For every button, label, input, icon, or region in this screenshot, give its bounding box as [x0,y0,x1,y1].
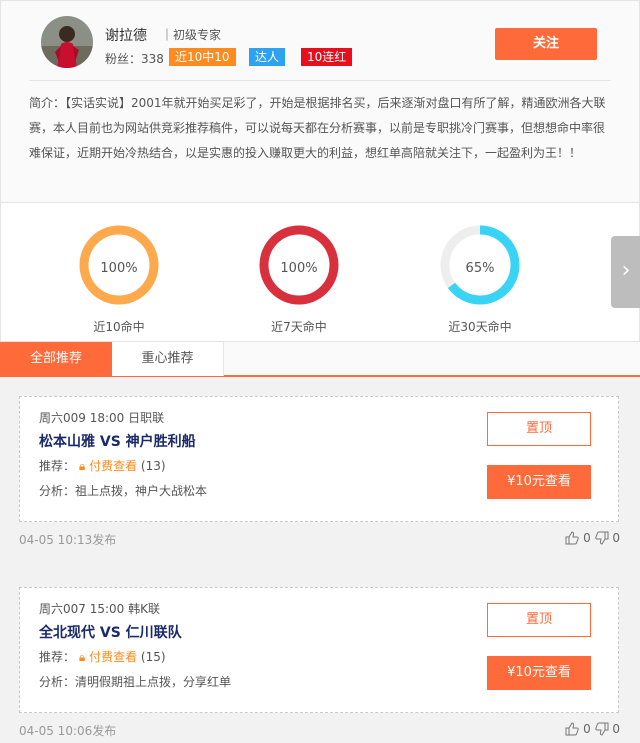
match-teams[interactable]: 松本山雅 VS 神户胜利船 [39,431,196,451]
next-arrow-button[interactable]: › [611,236,640,308]
hit-rate-7d-value: 100% [280,261,318,276]
analysis-text: 分析：祖上点拨，神户大战松本 [39,484,208,498]
expert-intro: 简介：【实话实说】2001年就开始买足彩了，开始是根据排名买，后来逐渐对盘口有所… [29,96,606,160]
avatar[interactable] [41,16,93,68]
view-count: (15) [140,650,166,664]
publish-time: 04-05 10:06发布 [19,724,117,738]
pin-top-button[interactable]: 置顶 [487,412,591,446]
card-footer: 04-05 10:13发布 0 0 [0,523,640,563]
recommend-label: 推荐： [39,650,76,664]
match-meta: 周六009 18:00 日职联 [39,411,165,425]
badge-streak-10: 近10中10 [169,48,236,66]
hit-rate-10-value: 100% [100,261,138,276]
paid-view-link[interactable]: 付费查看 [89,459,137,473]
thumb-up-icon[interactable] [565,722,579,736]
tab-all-recommend[interactable]: 全部推荐 [0,342,112,376]
expert-profile: 谢拉德 ｜初级专家 粉丝：338 近10中10 达人 10连红 关注 简介：【实… [0,0,640,203]
like-count: 0 [583,722,591,736]
hit-rate-7d-label: 近7天命中 [271,320,327,334]
recommend-label: 推荐： [39,459,76,473]
thumb-down-icon[interactable] [594,531,609,545]
recommend-card[interactable]: 周六007 15:00 韩K联 全北现代 VS 仁川联队 推荐： 🔒︎ 付费查看… [19,587,619,713]
lock-icon: 🔒︎ [78,650,86,664]
recommend-feed: 周六009 18:00 日职联 松本山雅 VS 神户胜利船 推荐： 🔒︎ 付费查… [0,377,640,743]
recommend-card[interactable]: 周六009 18:00 日职联 松本山雅 VS 神户胜利船 推荐： 🔒︎ 付费查… [19,396,619,522]
match-meta: 周六007 15:00 韩K联 [39,602,160,616]
tab-focus-recommend[interactable]: 重心推荐 [112,342,224,376]
publish-time: 04-05 10:13发布 [19,533,117,547]
divider [29,80,611,81]
hit-rate-stats: 100% 近10命中 100% 近7天命中 65% 近30天命中 › [0,203,640,341]
recommend-tabs: 全部推荐 重心推荐 [0,341,640,377]
pay-view-button[interactable]: ¥10元查看 [487,656,591,690]
match-teams[interactable]: 全北现代 VS 仁川联队 [39,622,182,642]
hit-rate-10-label: 近10命中 [93,320,145,334]
expert-name: 谢拉德 [105,28,147,44]
chevron-right-icon: › [621,258,631,283]
view-count: (13) [140,459,166,473]
expert-level: ｜初级专家 [161,28,222,42]
hit-rate-30d-value: 65% [465,261,495,276]
lock-icon: 🔒︎ [78,459,86,473]
vote-group: 0 0 [565,531,620,545]
dislike-count: 0 [612,722,620,736]
paid-view-link[interactable]: 付费查看 [89,650,137,664]
card-footer: 04-05 10:06发布 0 0 [0,714,640,743]
badge-win-streak: 10连红 [301,48,353,66]
dislike-count: 0 [612,531,620,545]
thumb-up-icon[interactable] [565,531,579,545]
hit-rate-30d-label: 近30天命中 [448,320,512,334]
pay-view-button[interactable]: ¥10元查看 [487,465,591,499]
follow-button[interactable]: 关注 [495,28,597,60]
analysis-text: 分析：清明假期祖上点拨，分享红单 [39,675,232,689]
like-count: 0 [583,531,591,545]
recommend-line: 推荐： 🔒︎ 付费查看 (13) [39,457,166,474]
pin-top-button[interactable]: 置顶 [487,603,591,637]
thumb-down-icon[interactable] [594,722,609,736]
badge-talent: 达人 [249,48,286,66]
fans-count: 粉丝：338 [105,52,164,66]
recommend-line: 推荐： 🔒︎ 付费查看 (15) [39,648,166,665]
vote-group: 0 0 [565,722,620,736]
